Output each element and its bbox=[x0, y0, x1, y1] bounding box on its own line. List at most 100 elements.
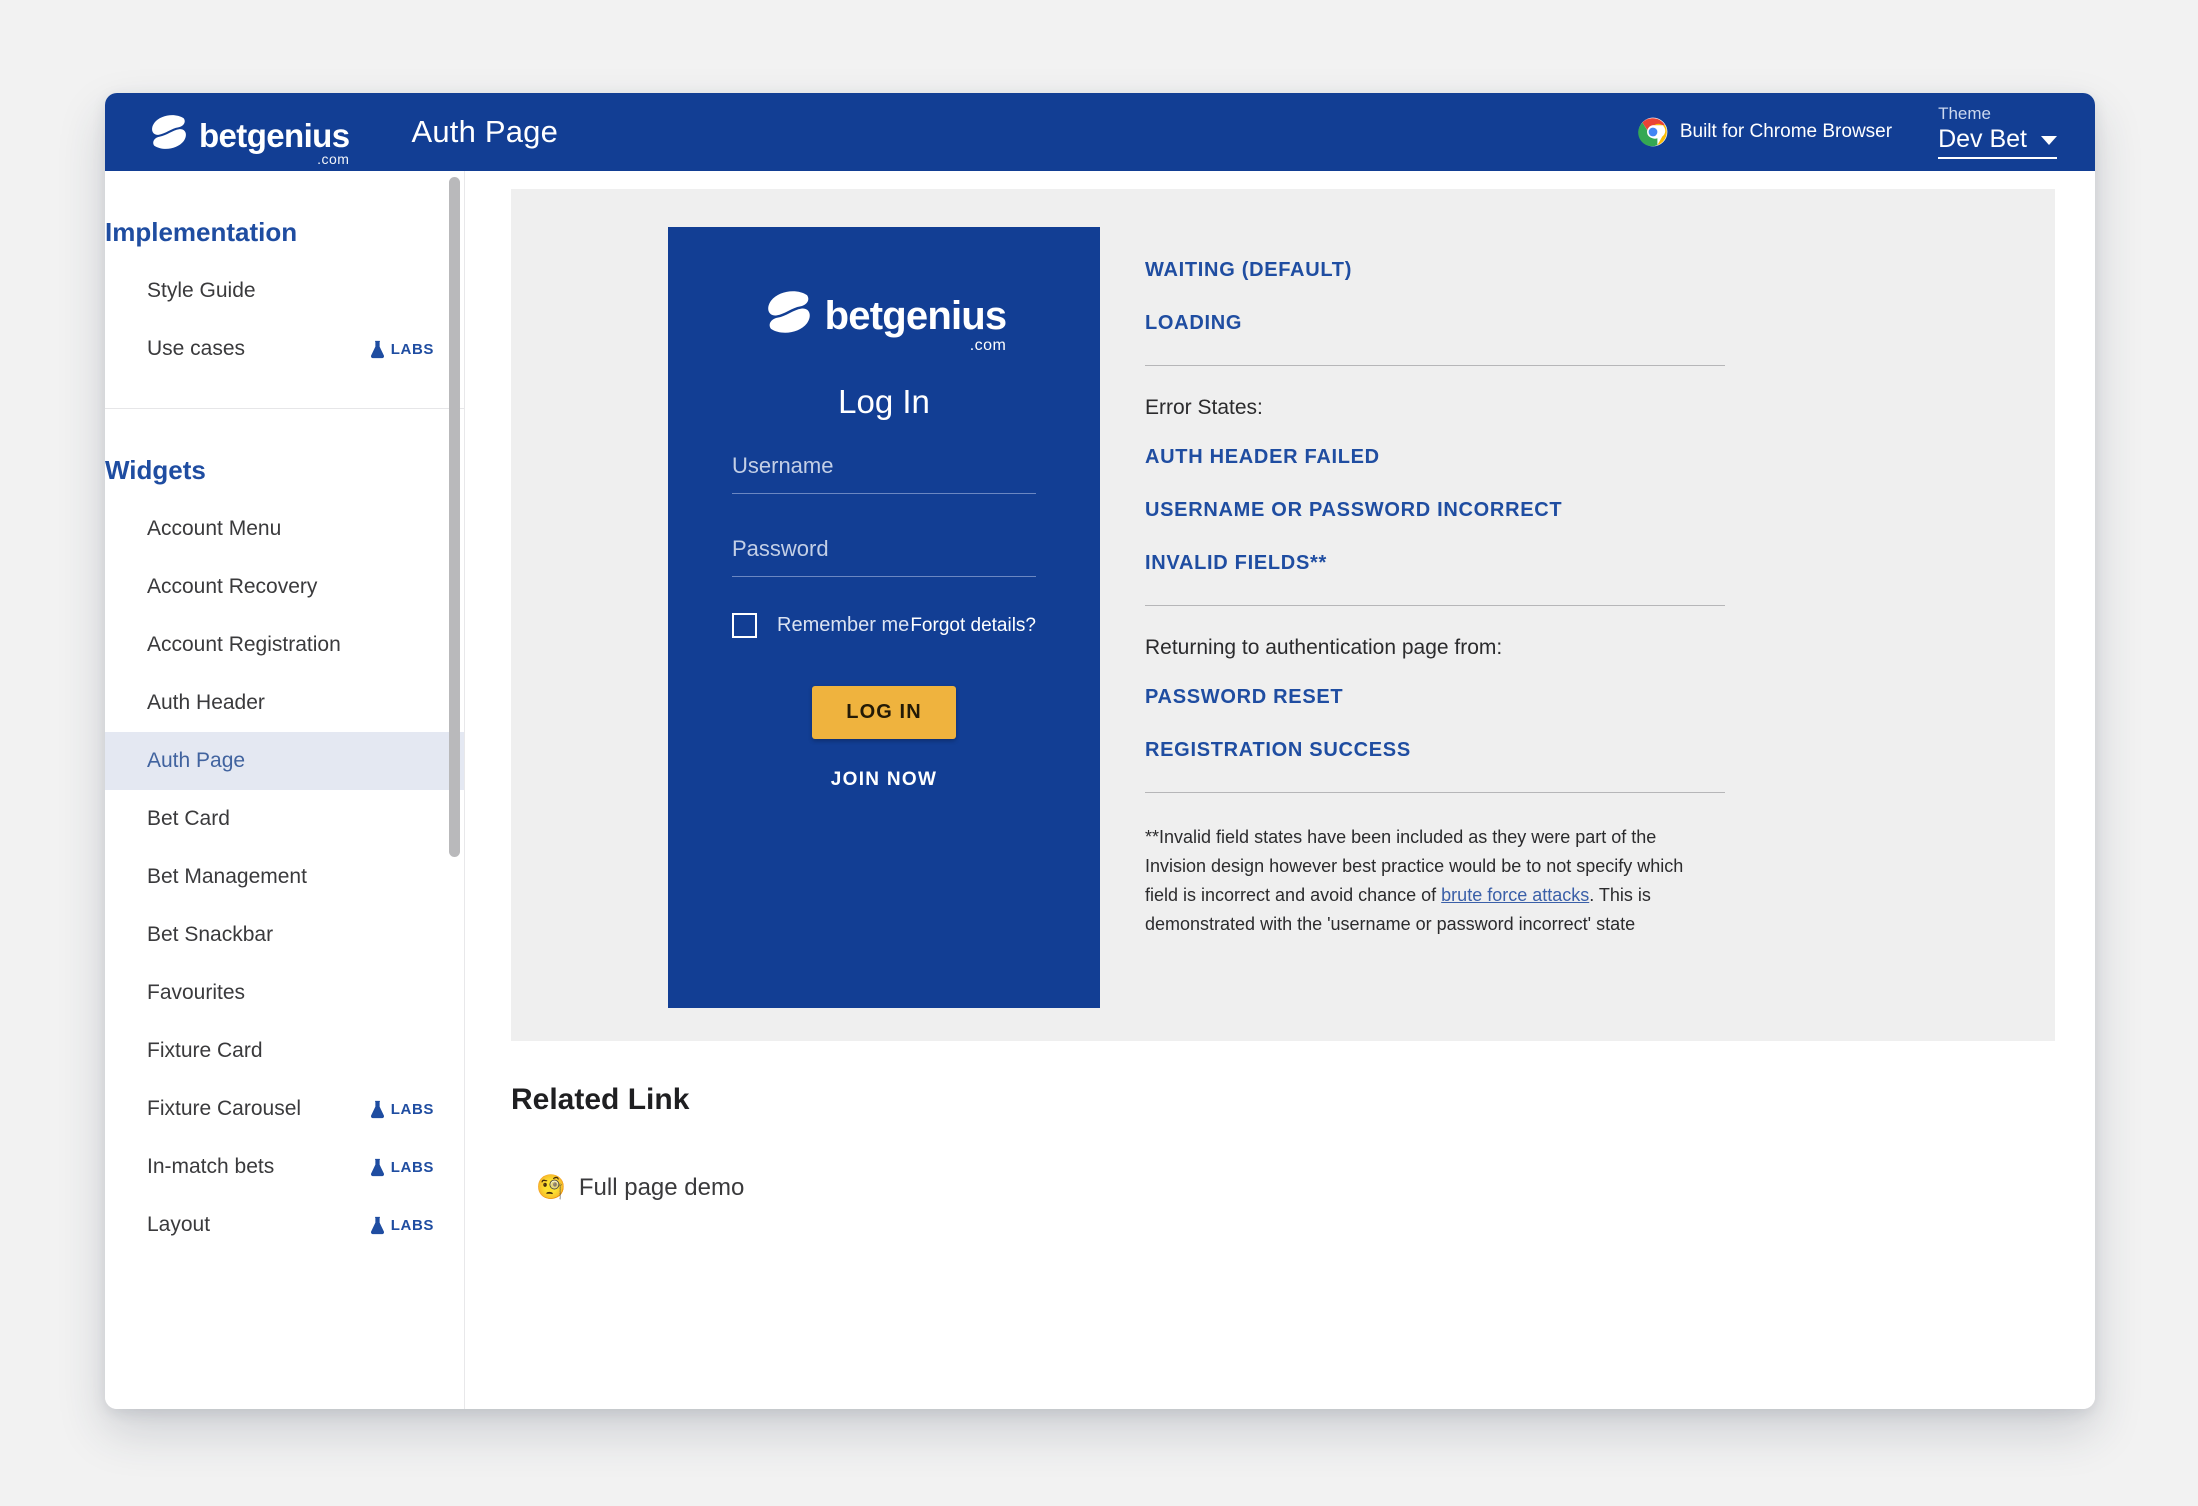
sidebar-item-fixture-carousel[interactable]: Fixture Carousel LABS bbox=[105, 1080, 464, 1138]
sidebar-item-bet-card[interactable]: Bet Card bbox=[105, 790, 464, 848]
labs-badge-label: LABS bbox=[390, 340, 434, 358]
theme-value: Dev Bet bbox=[1938, 125, 2027, 154]
monocle-face-icon: 🧐 bbox=[536, 1174, 566, 1201]
remember-row: Remember me Forgot details? bbox=[732, 613, 1036, 638]
password-field-wrap bbox=[732, 530, 1036, 577]
sidebar-item-label: Account Recovery bbox=[147, 575, 318, 598]
demo-stage: betgenius .com Log In Rem bbox=[511, 189, 2055, 1041]
brand-suffix: .com bbox=[317, 151, 350, 167]
sidebar-item-account-menu[interactable]: Account Menu bbox=[105, 500, 464, 558]
panel-divider bbox=[1145, 792, 1725, 793]
sidebar-item-auth-page[interactable]: Auth Page bbox=[105, 732, 464, 790]
labs-badge: LABS bbox=[369, 340, 434, 359]
sidebar-item-label: Fixture Carousel bbox=[147, 1097, 302, 1120]
brand-name: betgenius bbox=[199, 117, 350, 154]
states-panel: WAITING (DEFAULT) LOADING Error States: A… bbox=[1145, 227, 1725, 1041]
password-input[interactable] bbox=[732, 530, 1036, 577]
sidebar-item-style-guide[interactable]: Style Guide bbox=[105, 262, 464, 320]
remember-me-label: Remember me bbox=[777, 614, 910, 636]
panel-divider bbox=[1145, 605, 1725, 606]
sidebar-item-account-registration[interactable]: Account Registration bbox=[105, 616, 464, 674]
sidebar-section-heading: Widgets bbox=[105, 455, 206, 485]
sidebar-section-heading: Implementation bbox=[105, 217, 298, 247]
flask-icon bbox=[370, 340, 384, 358]
login-title: Log In bbox=[838, 383, 930, 420]
sidebar-item-label: Bet Card bbox=[147, 807, 230, 830]
theme-dropdown[interactable]: Dev Bet bbox=[1938, 125, 2057, 160]
sidebar: Implementation Style Guide Use cases LABS Wi… bbox=[105, 171, 465, 1409]
state-link-waiting-default[interactable]: WAITING (DEFAULT) bbox=[1145, 259, 1725, 282]
flask-icon bbox=[370, 1100, 384, 1118]
full-page-demo-link[interactable]: 🧐 Full page demo bbox=[536, 1173, 2055, 1202]
sidebar-item-use-cases[interactable]: Use cases LABS bbox=[105, 320, 464, 378]
sidebar-item-auth-header[interactable]: Auth Header bbox=[105, 674, 464, 732]
forgot-details-link[interactable]: Forgot details? bbox=[910, 615, 1036, 637]
sidebar-item-label: Bet Snackbar bbox=[147, 923, 274, 946]
returning-heading: Returning to authentication page from: bbox=[1145, 636, 1503, 659]
theme-selector[interactable]: Theme Dev Bet bbox=[1938, 103, 2057, 160]
brute-force-attacks-link[interactable]: brute force attacks bbox=[1441, 885, 1589, 905]
sidebar-item-label: Account Registration bbox=[147, 633, 341, 656]
main-content: betgenius .com Log In Rem bbox=[465, 171, 2095, 1409]
flask-icon bbox=[370, 1216, 384, 1234]
error-state-link-auth-header-failed[interactable]: AUTH HEADER FAILED bbox=[1145, 446, 1725, 469]
app-window: betgenius .com Auth Page Built for Chrom… bbox=[105, 93, 2095, 1409]
body-split: Implementation Style Guide Use cases LABS Wi… bbox=[105, 171, 2095, 1409]
log-in-button[interactable]: LOG IN bbox=[812, 686, 956, 739]
remember-me-checkbox[interactable] bbox=[732, 613, 757, 638]
sidebar-scrollbar[interactable] bbox=[449, 177, 460, 857]
state-link-loading[interactable]: LOADING bbox=[1145, 312, 1725, 335]
username-field-wrap bbox=[732, 447, 1036, 494]
card-brand-logo: betgenius .com bbox=[732, 285, 1036, 354]
chevron-down-icon bbox=[2041, 136, 2057, 146]
sidebar-item-label: In-match bets bbox=[147, 1155, 275, 1178]
sidebar-item-bet-snackbar[interactable]: Bet Snackbar bbox=[105, 906, 464, 964]
error-states-heading: Error States: bbox=[1145, 396, 1263, 419]
sidebar-item-label: Style Guide bbox=[147, 279, 256, 302]
flask-icon bbox=[370, 1158, 384, 1176]
betgenius-logo-icon bbox=[767, 291, 810, 333]
sidebar-item-bet-management[interactable]: Bet Management bbox=[105, 848, 464, 906]
betgenius-logo-icon bbox=[152, 115, 186, 149]
error-state-link-username-or-password-incorrect[interactable]: USERNAME OR PASSWORD INCORRECT bbox=[1145, 499, 1725, 522]
chrome-icon bbox=[1638, 117, 1668, 147]
brand-logo[interactable]: betgenius .com bbox=[147, 110, 350, 167]
sidebar-item-label: Layout bbox=[147, 1213, 211, 1236]
card-brand-suffix: .com bbox=[969, 337, 1007, 354]
labs-badge-label: LABS bbox=[390, 1216, 434, 1234]
sidebar-item-label: Favourites bbox=[147, 981, 246, 1004]
returning-state-link-registration-success[interactable]: REGISTRATION SUCCESS bbox=[1145, 739, 1725, 762]
sidebar-item-label: Auth Page bbox=[147, 749, 246, 772]
card-brand-name: betgenius bbox=[824, 294, 1008, 338]
panel-divider bbox=[1145, 365, 1725, 366]
sidebar-item-label: Use cases bbox=[147, 337, 246, 360]
labs-badge: LABS bbox=[369, 1158, 434, 1177]
labs-badge-label: LABS bbox=[390, 1158, 434, 1176]
labs-badge: LABS bbox=[369, 1100, 434, 1119]
related-link-title: Related Link bbox=[511, 1083, 690, 1116]
sidebar-item-in-match-bets[interactable]: In-match bets LABS bbox=[105, 1138, 464, 1196]
username-input[interactable] bbox=[732, 447, 1036, 494]
sidebar-item-label: Fixture Card bbox=[147, 1039, 263, 1062]
theme-label: Theme bbox=[1938, 103, 1991, 123]
sidebar-item-favourites[interactable]: Favourites bbox=[105, 964, 464, 1022]
error-state-link-invalid-fields[interactable]: INVALID FIELDS** bbox=[1145, 552, 1725, 575]
sidebar-item-layout[interactable]: Layout LABS bbox=[105, 1196, 464, 1254]
page-title: Auth Page bbox=[411, 114, 559, 149]
login-card: betgenius .com Log In Rem bbox=[668, 227, 1100, 1008]
returning-state-link-password-reset[interactable]: PASSWORD RESET bbox=[1145, 686, 1725, 709]
sidebar-item-account-recovery[interactable]: Account Recovery bbox=[105, 558, 464, 616]
top-bar: betgenius .com Auth Page Built for Chrom… bbox=[105, 93, 2095, 171]
chrome-note-label: Built for Chrome Browser bbox=[1679, 121, 1893, 142]
remember-me-group[interactable]: Remember me bbox=[732, 613, 909, 638]
sidebar-item-label: Bet Management bbox=[147, 865, 307, 888]
top-bar-right: Built for Chrome Browser Theme Dev Bet bbox=[1638, 103, 2095, 160]
sidebar-item-fixture-card[interactable]: Fixture Card bbox=[105, 1022, 464, 1080]
sidebar-item-label: Auth Header bbox=[147, 691, 265, 714]
sidebar-item-label: Account Menu bbox=[147, 517, 282, 540]
footnote: **Invalid field states have been include… bbox=[1145, 823, 1701, 940]
join-now-button[interactable]: JOIN NOW bbox=[831, 769, 937, 791]
chrome-browser-note: Built for Chrome Browser bbox=[1638, 117, 1892, 147]
labs-badge: LABS bbox=[369, 1216, 434, 1235]
full-page-demo-label: Full page demo bbox=[578, 1173, 745, 1201]
